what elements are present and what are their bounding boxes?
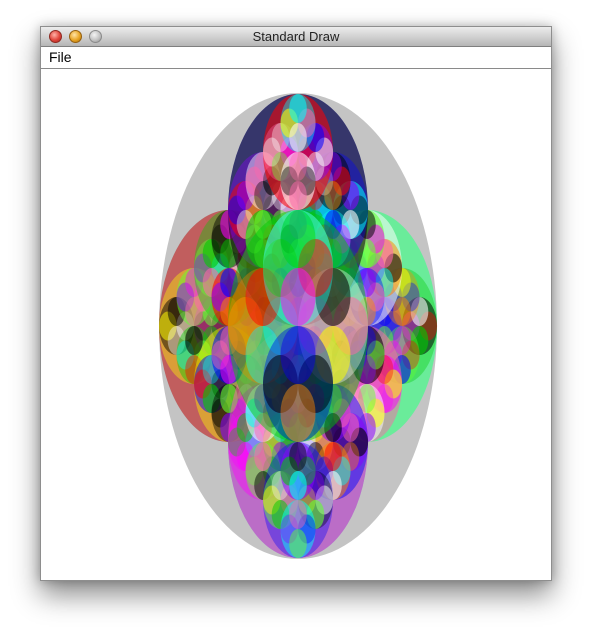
window-title: Standard Draw (252, 29, 340, 44)
fractal-ellipse (393, 297, 411, 326)
ellipse-fractal-drawing (159, 93, 438, 559)
fractal-ellipse (280, 268, 316, 326)
fractal-ellipse (254, 442, 272, 471)
fractal-ellipse (289, 442, 307, 471)
fractal-ellipse (393, 326, 411, 355)
menu-bar: File (41, 47, 551, 69)
fractal-ellipse (185, 297, 203, 326)
app-window: Standard Draw File (40, 26, 552, 581)
drawing-canvas (41, 69, 551, 580)
fractal-ellipse (185, 326, 203, 355)
fractal-ellipse (324, 181, 342, 210)
title-bar[interactable]: Standard Draw (41, 27, 551, 47)
menu-file[interactable]: File (49, 49, 72, 65)
fractal-ellipse (289, 152, 307, 181)
fractal-ellipse (254, 181, 272, 210)
fractal-ellipse (289, 500, 307, 529)
fractal-ellipse (289, 123, 307, 152)
fractal-ellipse (324, 442, 342, 471)
fractal-ellipse (289, 181, 307, 210)
fractal-ellipse (280, 384, 316, 442)
fractal-ellipse (280, 326, 316, 384)
fractal-ellipse (289, 471, 307, 500)
fractal-ellipse (289, 529, 307, 558)
fractal-ellipse (289, 94, 307, 123)
fractal-ellipse (280, 210, 316, 268)
